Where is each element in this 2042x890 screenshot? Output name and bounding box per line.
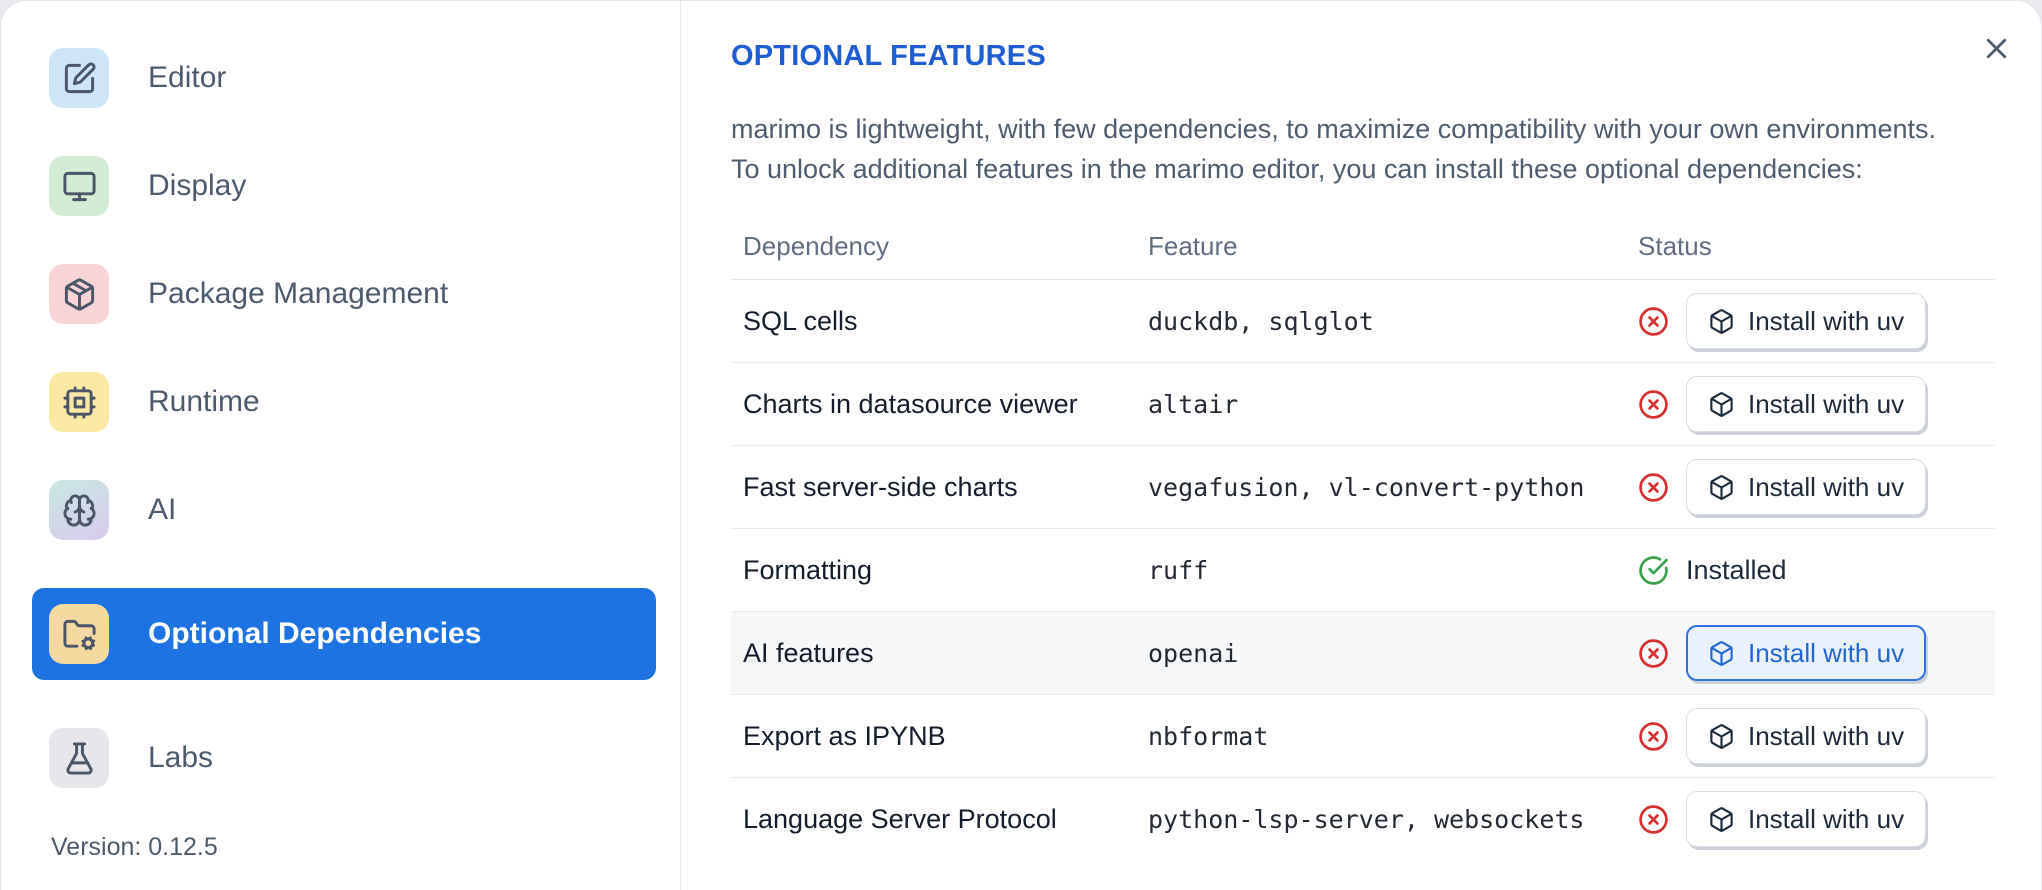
- box-icon: [1708, 474, 1735, 501]
- sidebar-item-package-management[interactable]: Package Management: [49, 264, 680, 324]
- not-installed-icon: [1638, 721, 1669, 752]
- header-dependency: Dependency: [743, 230, 889, 261]
- flask-conical-icon: [62, 741, 97, 776]
- table-row-language-server-protocol: Language Server Protocol python-lsp-serv…: [731, 778, 1995, 860]
- settings-sidebar: Editor Display Package Management Runtim…: [1, 1, 681, 890]
- install-with-uv-button[interactable]: Install with uv: [1686, 625, 1927, 681]
- dependency-cell: AI features: [743, 637, 874, 668]
- install-with-uv-button[interactable]: Install with uv: [1686, 376, 1927, 432]
- status-cell: Install with uv: [1626, 293, 1995, 349]
- status-cell: Install with uv: [1626, 459, 1995, 515]
- status-cell: Install with uv: [1626, 791, 1995, 847]
- description-line-2: To unlock additional features in the mar…: [731, 154, 1863, 184]
- sidebar-item-iconbox: [49, 372, 109, 432]
- close-icon: [1980, 32, 2013, 65]
- installed-label: Installed: [1686, 554, 1787, 585]
- install-button-label: Install with uv: [1748, 471, 1905, 502]
- table-row-ai-features: AI features openai Install with uv: [731, 612, 1995, 695]
- feature-cell: altair: [1148, 389, 1239, 419]
- sidebar-item-ai[interactable]: AI: [49, 480, 680, 540]
- dependency-cell: Export as IPYNB: [743, 720, 946, 751]
- dependency-cell: Fast server-side charts: [743, 471, 1018, 502]
- dependencies-table: Dependency Feature Status SQL cells duck…: [731, 213, 1995, 860]
- installed-icon: [1638, 555, 1669, 586]
- sidebar-item-labs[interactable]: Labs: [49, 728, 680, 788]
- dependency-cell: Formatting: [743, 554, 873, 585]
- table-row-export-as-ipynb: Export as IPYNB nbformat Install with uv: [731, 695, 1995, 778]
- brain-icon: [62, 493, 97, 528]
- install-with-uv-button[interactable]: Install with uv: [1686, 293, 1927, 349]
- sidebar-item-editor[interactable]: Editor: [49, 48, 680, 108]
- box-icon: [1708, 806, 1735, 833]
- install-button-label: Install with uv: [1748, 305, 1905, 336]
- sidebar-item-iconbox: [49, 604, 109, 664]
- feature-cell: openai: [1148, 638, 1239, 668]
- not-installed-icon: [1638, 638, 1669, 669]
- box-icon: [1708, 723, 1735, 750]
- page-title: OPTIONAL FEATURES: [731, 40, 1046, 72]
- description-line-1: marimo is lightweight, with few dependen…: [731, 114, 1937, 144]
- table-body: SQL cells duckdb, sqlglot Install with u…: [731, 280, 1995, 860]
- sidebar-item-label: Runtime: [148, 385, 260, 418]
- cpu-icon: [62, 385, 97, 420]
- install-with-uv-button[interactable]: Install with uv: [1686, 708, 1927, 764]
- install-button-label: Install with uv: [1748, 637, 1905, 668]
- settings-dialog: Editor Display Package Management Runtim…: [0, 0, 2042, 890]
- dependency-cell: SQL cells: [743, 305, 858, 336]
- sidebar-item-iconbox: [49, 480, 109, 540]
- description: marimo is lightweight, with few dependen…: [731, 109, 1995, 189]
- sidebar-item-runtime[interactable]: Runtime: [49, 372, 680, 432]
- box-icon: [1708, 640, 1735, 667]
- box-icon: [1708, 391, 1735, 418]
- not-installed-icon: [1638, 472, 1669, 503]
- feature-cell: duckdb, sqlglot: [1148, 306, 1374, 336]
- sidebar-item-label: AI: [148, 493, 177, 526]
- sidebar-item-iconbox: [49, 264, 109, 324]
- sidebar-item-label: Editor: [148, 61, 227, 94]
- feature-cell: nbformat: [1148, 721, 1269, 751]
- table-header-row: Dependency Feature Status: [731, 213, 1995, 280]
- table-row-formatting: Formatting ruff Installed: [731, 529, 1995, 612]
- sidebar-item-label: Optional Dependencies: [148, 617, 482, 650]
- not-installed-icon: [1638, 389, 1669, 420]
- table-row-fast-server-side-charts: Fast server-side charts vegafusion, vl-c…: [731, 446, 1995, 529]
- folder-cog-icon: [62, 617, 97, 652]
- not-installed-icon: [1638, 804, 1669, 835]
- sidebar-item-label: Package Management: [148, 277, 449, 310]
- package-icon: [62, 277, 97, 312]
- feature-cell: vegafusion, vl-convert-python: [1148, 472, 1585, 502]
- version-label: Version: 0.12.5: [51, 833, 218, 861]
- install-with-uv-button[interactable]: Install with uv: [1686, 459, 1927, 515]
- sidebar-item-display[interactable]: Display: [49, 156, 680, 216]
- feature-cell: ruff: [1148, 555, 1209, 585]
- feature-cell: python-lsp-server, websockets: [1148, 804, 1585, 834]
- sidebar-nav: Editor Display Package Management Runtim…: [32, 48, 680, 788]
- install-button-label: Install with uv: [1748, 803, 1905, 834]
- sidebar-item-iconbox: [49, 48, 109, 108]
- install-button-label: Install with uv: [1748, 720, 1905, 751]
- optional-features-panel: OPTIONAL FEATURES marimo is lightweight,…: [681, 1, 2041, 890]
- header-status: Status: [1638, 230, 1712, 261]
- install-with-uv-button[interactable]: Install with uv: [1686, 791, 1927, 847]
- not-installed-icon: [1638, 306, 1669, 337]
- dependency-cell: Language Server Protocol: [743, 803, 1057, 834]
- status-cell: Installed: [1626, 555, 1995, 586]
- sidebar-item-iconbox: [49, 156, 109, 216]
- sidebar-item-optional-dependencies[interactable]: Optional Dependencies: [32, 588, 656, 680]
- status-cell: Install with uv: [1626, 625, 1995, 681]
- sidebar-item-iconbox: [49, 728, 109, 788]
- square-pen-icon: [62, 61, 97, 96]
- close-button[interactable]: [1973, 25, 2019, 71]
- status-cell: Install with uv: [1626, 708, 1995, 764]
- monitor-icon: [62, 169, 97, 204]
- sidebar-item-label: Display: [148, 169, 247, 202]
- table-row-sql-cells: SQL cells duckdb, sqlglot Install with u…: [731, 280, 1995, 363]
- sidebar-item-label: Labs: [148, 741, 214, 774]
- table-row-charts-in-datasource-viewer: Charts in datasource viewer altair Insta…: [731, 363, 1995, 446]
- install-button-label: Install with uv: [1748, 388, 1905, 419]
- header-feature: Feature: [1148, 230, 1238, 261]
- status-cell: Install with uv: [1626, 376, 1995, 432]
- dependency-cell: Charts in datasource viewer: [743, 388, 1078, 419]
- box-icon: [1708, 308, 1735, 335]
